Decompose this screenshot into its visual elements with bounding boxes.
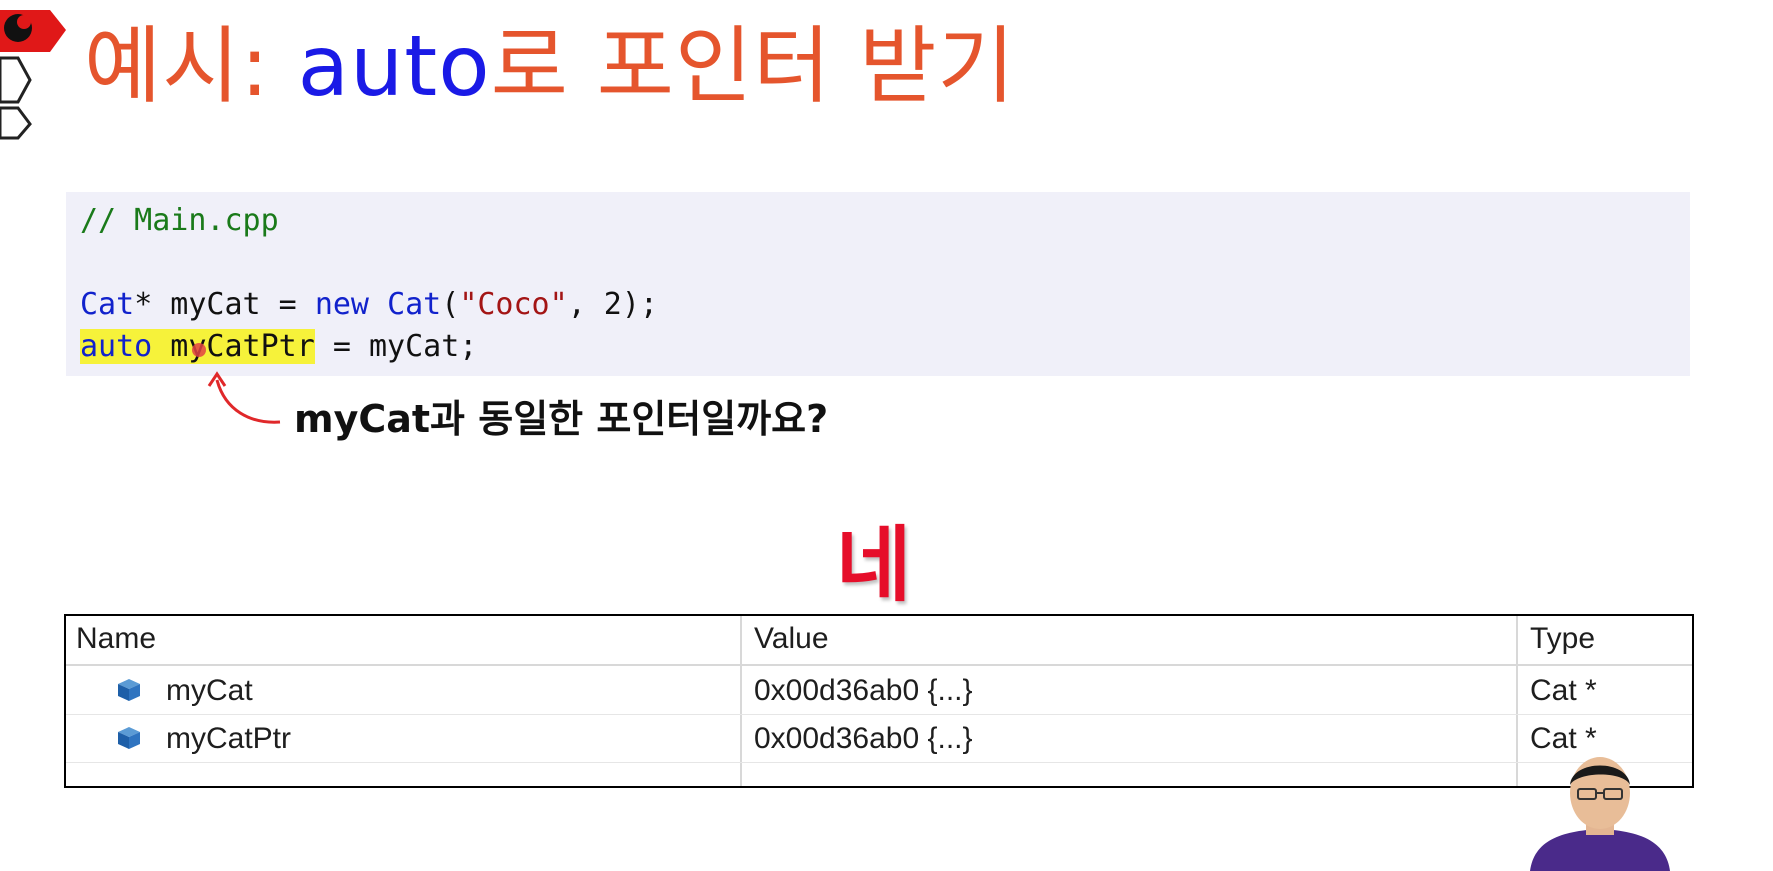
annotation-question: myCat과 동일한 포인터일까요?: [294, 397, 829, 441]
table-row[interactable]: myCat 0x00d36ab0 {...} Cat *: [66, 666, 1692, 715]
code-string: "Coco": [459, 287, 568, 322]
brain-logo-icon: [0, 10, 66, 140]
row-value: 0x00d36ab0 {...}: [754, 674, 973, 707]
table-row[interactable]: myCatPtr 0x00d36ab0 {...} Cat *: [66, 714, 1692, 763]
code-token: = myCat;: [314, 329, 478, 364]
column-header-value[interactable]: Value: [754, 622, 829, 656]
presenter-video-thumbnail: [1530, 757, 1670, 871]
slide-title: 예시: auto로 포인터 받기: [84, 24, 1016, 108]
annotation-answer: 네: [836, 518, 911, 613]
column-header-name[interactable]: Name: [76, 622, 156, 656]
table-row-empty[interactable]: [66, 762, 1692, 810]
variable-cube-icon: [118, 679, 140, 701]
cursor-indicator: [192, 343, 206, 357]
code-line-3: auto myCatPtr = myCat;: [80, 329, 478, 364]
watch-header: Name Value Type: [66, 616, 1692, 666]
variable-cube-icon: [118, 727, 140, 749]
code-token: , 2);: [567, 287, 658, 322]
code-block: // Main.cpp Cat* myCat = new Cat("Coco",…: [66, 192, 1690, 376]
code-line-2: Cat* myCat = new Cat("Coco", 2);: [80, 290, 658, 320]
title-keyword: auto: [297, 17, 491, 115]
row-value: 0x00d36ab0 {...}: [754, 722, 973, 755]
code-token: * myCat =: [134, 287, 315, 322]
code-comment: // Main.cpp: [80, 203, 279, 238]
title-suffix: 로 포인터 받기: [490, 17, 1016, 115]
row-name: myCat: [166, 674, 253, 707]
code-token: new: [314, 287, 369, 322]
row-type: Cat *: [1530, 722, 1597, 755]
column-header-type[interactable]: Type: [1530, 622, 1595, 656]
row-type: Cat *: [1530, 674, 1597, 707]
watch-table: Name Value Type myCat 0x00d36ab0 {...} C…: [64, 614, 1694, 788]
row-name: myCatPtr: [166, 722, 292, 755]
code-token: (: [441, 287, 460, 322]
code-token: Cat: [387, 287, 442, 322]
code-keyword-auto: auto: [80, 329, 153, 364]
code-token: myCatPtr: [152, 329, 315, 364]
annotation-arrow-icon: [207, 371, 281, 424]
title-prefix: 예시:: [84, 17, 298, 115]
code-token: Cat: [80, 287, 135, 322]
